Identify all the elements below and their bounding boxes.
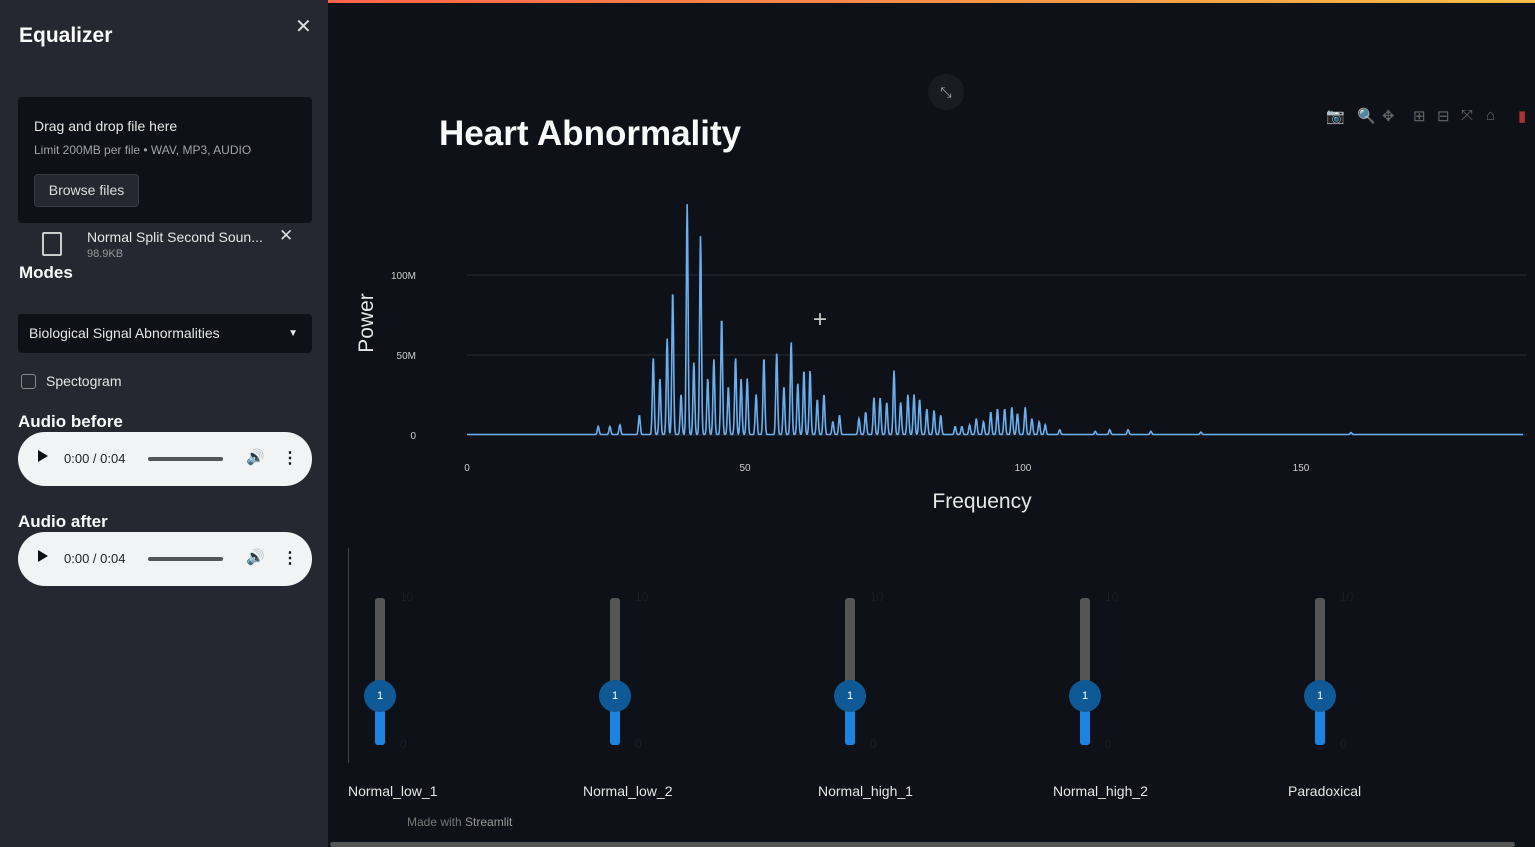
slider-fill — [375, 710, 385, 745]
slider-fill — [1080, 710, 1090, 745]
slider-min-label: 0 — [400, 737, 407, 751]
slider-max-label: 10 — [870, 590, 884, 604]
spectrum-chart[interactable]: 0 50M 100M 0 50 100 150 Frequency Power + — [0, 0, 1535, 530]
y-tick-label: 50M — [397, 351, 416, 362]
slider-label: Normal_high_1 — [818, 783, 913, 799]
slider-fill — [610, 710, 620, 745]
audio-progress-slider[interactable] — [148, 557, 223, 561]
x-axis-label: Frequency — [932, 490, 1032, 513]
made-with-text: Made with — [407, 815, 462, 829]
audio-time: 0:00 / 0:04 — [64, 551, 126, 566]
slider-max-label: 10 — [1340, 590, 1354, 604]
y-tick-label: 0 — [410, 431, 416, 442]
slider-thumb[interactable]: 1 — [1069, 680, 1101, 712]
slider-label: Paradoxical — [1288, 783, 1362, 799]
slider-label: Normal_low_1 — [348, 783, 438, 799]
crosshair-cursor-icon: + — [813, 306, 827, 333]
footer: Made with Streamlit — [407, 815, 512, 829]
slider-max-label: 10 — [635, 590, 649, 604]
horizontal-scrollbar[interactable] — [330, 842, 1515, 847]
slider-min-label: 0 — [635, 737, 642, 751]
audio-after-player: 0:00 / 0:04 🔊 ⋮ — [18, 532, 312, 586]
spectrum-line — [467, 204, 1523, 436]
x-tick-label: 150 — [1293, 463, 1310, 474]
y-axis-label: Power — [355, 293, 378, 353]
y-tick-label: 100M — [391, 271, 416, 282]
slider-thumb[interactable]: 1 — [834, 680, 866, 712]
slider-fill — [1315, 710, 1325, 745]
divider — [348, 548, 349, 763]
x-tick-label: 50 — [739, 463, 751, 474]
more-options-icon[interactable]: ⋮ — [282, 548, 298, 568]
slider-fill — [845, 710, 855, 745]
slider-max-label: 10 — [1105, 590, 1119, 604]
slider-max-label: 10 — [400, 590, 414, 604]
slider-thumb[interactable]: 1 — [599, 680, 631, 712]
x-tick-label: 0 — [464, 463, 470, 474]
slider-min-label: 0 — [1105, 737, 1112, 751]
volume-icon[interactable]: 🔊 — [246, 548, 265, 566]
slider-thumb[interactable]: 1 — [1304, 680, 1336, 712]
slider-thumb[interactable]: 1 — [364, 680, 396, 712]
slider-min-label: 0 — [1340, 737, 1347, 751]
slider-label: Normal_high_2 — [1053, 783, 1148, 799]
x-tick-label: 100 — [1015, 463, 1032, 474]
play-icon[interactable] — [38, 550, 48, 562]
slider-label: Normal_low_2 — [583, 783, 673, 799]
slider-min-label: 0 — [870, 737, 877, 751]
streamlit-link[interactable]: Streamlit — [465, 815, 512, 829]
